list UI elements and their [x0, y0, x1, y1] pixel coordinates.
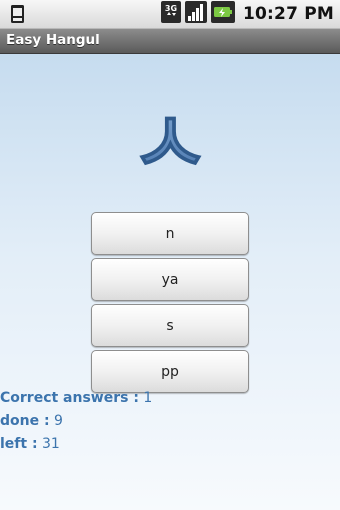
answer-option-button[interactable]: n — [91, 212, 249, 255]
battery-charging-icon — [210, 1, 235, 27]
correct-answers-label: Correct answers : — [0, 390, 139, 406]
left-label: left : — [0, 436, 38, 452]
answer-option-button[interactable]: ya — [91, 258, 249, 301]
3g-data-icon: 3G — [160, 1, 181, 27]
app-title-bar: Easy Hangul — [0, 29, 340, 54]
status-bar: 3G 10:27 PM — [0, 0, 340, 29]
clock: 10:27 PM — [242, 4, 334, 24]
left-stat: left : 31 — [0, 433, 152, 456]
character-text: ㅅ — [130, 92, 211, 192]
score-panel: Correct answers : 1 done : 9 left : 31 — [0, 387, 152, 456]
done-stat: done : 9 — [0, 410, 152, 433]
app-title: Easy Hangul — [6, 32, 100, 48]
done-label: done : — [0, 413, 50, 429]
network-type-label: 3G — [165, 4, 177, 13]
answer-option-button[interactable]: s — [91, 304, 249, 347]
answer-options: n ya s pp — [91, 212, 249, 396]
correct-answers-stat: Correct answers : 1 — [0, 387, 152, 410]
hangul-character: ㅅ — [129, 92, 211, 192]
notification-icon[interactable] — [8, 4, 28, 24]
correct-answers-value: 1 — [143, 390, 153, 406]
signal-strength-icon — [184, 1, 207, 27]
left-value: 31 — [42, 436, 60, 452]
done-value: 9 — [54, 413, 63, 429]
status-icons: 3G 10:27 PM — [160, 1, 334, 27]
